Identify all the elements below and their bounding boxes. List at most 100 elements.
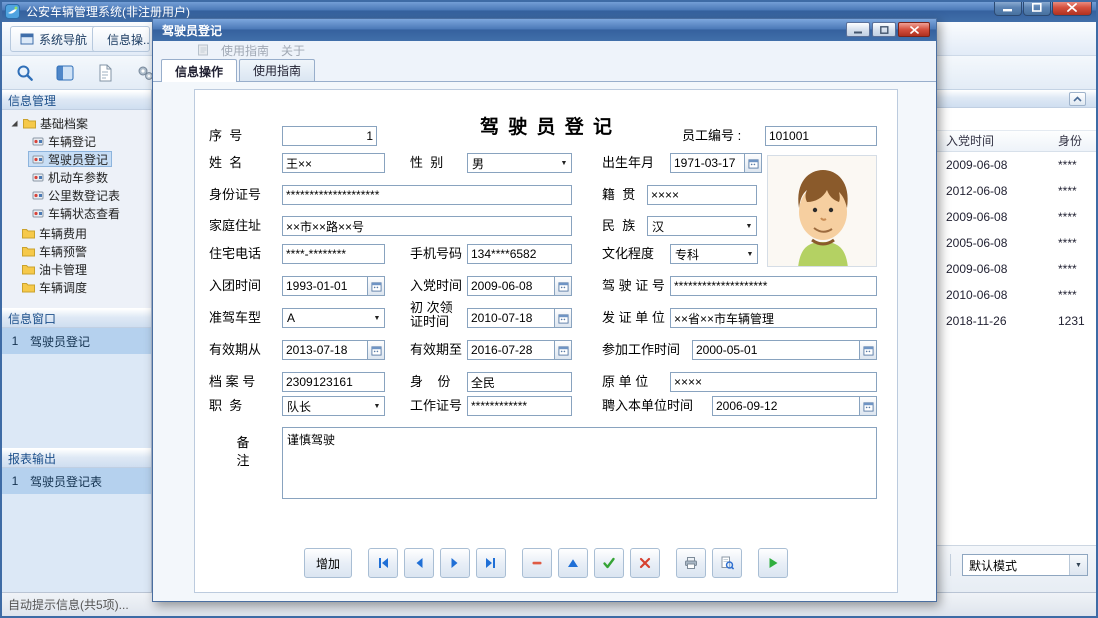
league-time-input[interactable] bbox=[282, 276, 368, 296]
window-minimize-button[interactable] bbox=[994, 0, 1022, 16]
tree-folder-vehicle-warning[interactable]: 车辆预警 bbox=[0, 242, 151, 260]
work-start-date-field[interactable] bbox=[692, 340, 877, 360]
document-button[interactable] bbox=[92, 60, 118, 86]
hire-date-field[interactable] bbox=[712, 396, 877, 416]
delete-record-button[interactable] bbox=[522, 548, 552, 578]
mobile-input[interactable] bbox=[467, 244, 572, 264]
confirm-record-button[interactable] bbox=[594, 548, 624, 578]
first-license-date-field[interactable] bbox=[467, 308, 572, 328]
grid-col-identity[interactable]: 身份 bbox=[1058, 130, 1082, 152]
preview-button[interactable] bbox=[712, 548, 742, 578]
party-date-field[interactable] bbox=[467, 276, 572, 296]
work-id-input[interactable] bbox=[467, 396, 572, 416]
valid-from-input[interactable] bbox=[282, 340, 368, 360]
calendar-icon[interactable] bbox=[555, 276, 572, 296]
tree-folder-vehicle-cost[interactable]: 车辆费用 bbox=[0, 224, 151, 242]
calendar-icon[interactable] bbox=[745, 153, 762, 173]
grid-cell[interactable]: 2009-06-08 bbox=[946, 256, 1007, 282]
issuing-unit-input[interactable] bbox=[670, 308, 877, 328]
first-license-input[interactable] bbox=[467, 308, 555, 328]
grid-cell[interactable]: 2010-06-08 bbox=[946, 282, 1007, 308]
tree-item-vehicle-status[interactable]: 车辆状态查看 bbox=[0, 204, 151, 222]
address-input[interactable] bbox=[282, 216, 572, 236]
grid-cell[interactable]: **** bbox=[1058, 178, 1077, 204]
name-input[interactable] bbox=[282, 153, 385, 173]
tab-user-guide[interactable]: 使用指南 bbox=[239, 59, 315, 81]
file-no-input[interactable] bbox=[282, 372, 385, 392]
employee-no-input[interactable] bbox=[765, 126, 877, 146]
panel-button[interactable] bbox=[52, 60, 78, 86]
calendar-icon[interactable] bbox=[555, 340, 572, 360]
calendar-icon[interactable] bbox=[860, 396, 877, 416]
sidebar-section-info-mgmt[interactable]: 信息管理 bbox=[0, 90, 151, 110]
prev-record-button[interactable] bbox=[404, 548, 434, 578]
league-date-field[interactable] bbox=[282, 276, 385, 296]
tree-item-base-archive[interactable]: 基础档案 bbox=[0, 114, 151, 132]
license-no-input[interactable] bbox=[670, 276, 877, 296]
valid-to-input[interactable] bbox=[467, 340, 555, 360]
expander-icon[interactable] bbox=[10, 119, 19, 128]
list-item-driver-reg[interactable]: 1 驾驶员登记 bbox=[0, 328, 151, 354]
first-record-button[interactable] bbox=[368, 548, 398, 578]
grid-cell[interactable]: 2005-06-08 bbox=[946, 230, 1007, 256]
window-close-button[interactable] bbox=[1052, 0, 1092, 16]
gender-select[interactable]: 男 ▼ bbox=[467, 153, 572, 173]
id-no-input[interactable] bbox=[282, 185, 572, 205]
remarks-textarea[interactable]: 谨慎驾驶 bbox=[282, 427, 877, 499]
tree-item-motor-params[interactable]: 机动车参数 bbox=[0, 168, 151, 186]
valid-from-date-field[interactable] bbox=[282, 340, 385, 360]
grid-cell[interactable]: 2018-11-26 bbox=[946, 308, 1007, 334]
last-record-button[interactable] bbox=[476, 548, 506, 578]
sidebar-section-info-window[interactable]: 信息窗口 bbox=[0, 308, 151, 328]
window-maximize-button[interactable] bbox=[1023, 0, 1051, 16]
native-place-input[interactable] bbox=[647, 185, 757, 205]
search-button[interactable] bbox=[12, 60, 38, 86]
orig-unit-input[interactable] bbox=[670, 372, 877, 392]
grid-cell[interactable]: 1231 bbox=[1058, 308, 1085, 334]
grid-cell[interactable]: **** bbox=[1058, 152, 1077, 178]
tree-item-mileage-table[interactable]: 公里数登记表 bbox=[0, 186, 151, 204]
grid-cell[interactable]: **** bbox=[1058, 282, 1077, 308]
birth-date-field[interactable] bbox=[670, 153, 762, 173]
edit-record-button[interactable] bbox=[558, 548, 588, 578]
grid-cell[interactable]: **** bbox=[1058, 204, 1077, 230]
valid-to-date-field[interactable] bbox=[467, 340, 572, 360]
tab-info-operation[interactable]: 信息操作 bbox=[161, 59, 237, 82]
calendar-icon[interactable] bbox=[368, 276, 385, 296]
tree-folder-oil-card[interactable]: 油卡管理 bbox=[0, 260, 151, 278]
print-button[interactable] bbox=[676, 548, 706, 578]
birth-input[interactable] bbox=[670, 153, 745, 173]
mode-combobox[interactable]: 默认模式 ▼ bbox=[962, 554, 1088, 576]
identity-input[interactable] bbox=[467, 372, 572, 392]
ethnicity-select[interactable]: 汉 ▼ bbox=[647, 216, 757, 236]
collapse-panel-button[interactable] bbox=[1069, 92, 1086, 106]
calendar-icon[interactable] bbox=[860, 340, 877, 360]
tree-item-driver-reg[interactable]: 驾驶员登记 bbox=[0, 150, 151, 168]
dialog-maximize-button[interactable] bbox=[872, 22, 896, 37]
list-item-driver-reg-report[interactable]: 1 驾驶员登记表 bbox=[0, 468, 151, 494]
grid-cell[interactable]: 2012-06-08 bbox=[946, 178, 1007, 204]
serial-input[interactable] bbox=[282, 126, 377, 146]
grid-cell[interactable]: **** bbox=[1058, 256, 1077, 282]
tree-folder-vehicle-dispatch[interactable]: 车辆调度 bbox=[0, 278, 151, 296]
menu-item-guide[interactable]: 使用指南 bbox=[221, 42, 269, 59]
ribbon-tab-system-nav[interactable]: 系统导航 bbox=[10, 26, 97, 52]
add-record-button[interactable]: 增加 bbox=[304, 548, 352, 578]
home-phone-input[interactable] bbox=[282, 244, 385, 264]
grid-cell[interactable]: **** bbox=[1058, 230, 1077, 256]
tree-item-vehicle-reg[interactable]: 车辆登记 bbox=[0, 132, 151, 150]
education-select[interactable]: 专科 ▼ bbox=[670, 244, 758, 264]
cancel-record-button[interactable] bbox=[630, 548, 660, 578]
run-button[interactable] bbox=[758, 548, 788, 578]
calendar-icon[interactable] bbox=[368, 340, 385, 360]
grid-cell[interactable]: 2009-06-08 bbox=[946, 204, 1007, 230]
ribbon-tab-info-ops[interactable]: 信息操... bbox=[92, 26, 150, 52]
dialog-minimize-button[interactable] bbox=[846, 22, 870, 37]
work-start-input[interactable] bbox=[692, 340, 860, 360]
calendar-icon[interactable] bbox=[555, 308, 572, 328]
grid-col-party-time[interactable]: 入党时间 bbox=[946, 130, 994, 152]
party-time-input[interactable] bbox=[467, 276, 555, 296]
license-class-select[interactable]: A ▼ bbox=[282, 308, 385, 328]
hire-time-input[interactable] bbox=[712, 396, 860, 416]
dialog-close-button[interactable] bbox=[898, 22, 930, 37]
